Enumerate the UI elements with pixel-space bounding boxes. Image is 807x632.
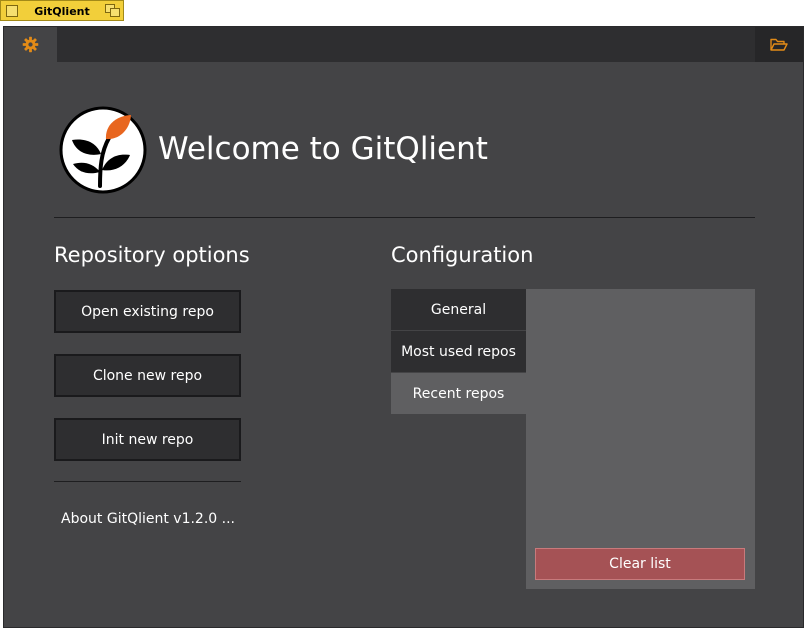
init-new-repo-button[interactable]: Init new repo: [54, 418, 241, 461]
welcome-title: Welcome to GitQlient: [158, 131, 488, 167]
window-tab[interactable]: GitQlient: [0, 0, 124, 21]
open-folder-button[interactable]: [755, 27, 803, 62]
configuration-heading: Configuration: [391, 243, 534, 267]
tab-recent-repos[interactable]: Recent repos: [391, 373, 526, 414]
header-divider: [54, 217, 755, 218]
maximize-icon[interactable]: [105, 4, 121, 18]
gitqlient-logo-icon: [59, 106, 147, 194]
tab-most-used-repos[interactable]: Most used repos: [391, 331, 526, 372]
about-link[interactable]: About GitQlient v1.2.0 ...: [61, 510, 235, 528]
clone-new-repo-button[interactable]: Clone new repo: [54, 354, 241, 397]
folder-open-icon: [770, 38, 788, 51]
recent-repos-panel: [526, 289, 755, 589]
os-title-bar: GitQlient: [0, 0, 807, 22]
window-menu-icon[interactable]: [6, 5, 18, 17]
repository-options-heading: Repository options: [54, 243, 250, 267]
clear-list-button[interactable]: Clear list: [535, 548, 745, 580]
settings-button[interactable]: [4, 27, 57, 62]
gear-icon: [22, 36, 39, 53]
open-existing-repo-button[interactable]: Open existing repo: [54, 290, 241, 333]
top-toolbar: [4, 27, 803, 62]
window-title: GitQlient: [34, 5, 90, 18]
main-window: Welcome to GitQlient Repository options …: [3, 26, 804, 628]
repo-options-divider: [54, 481, 241, 482]
tab-general[interactable]: General: [391, 289, 526, 330]
